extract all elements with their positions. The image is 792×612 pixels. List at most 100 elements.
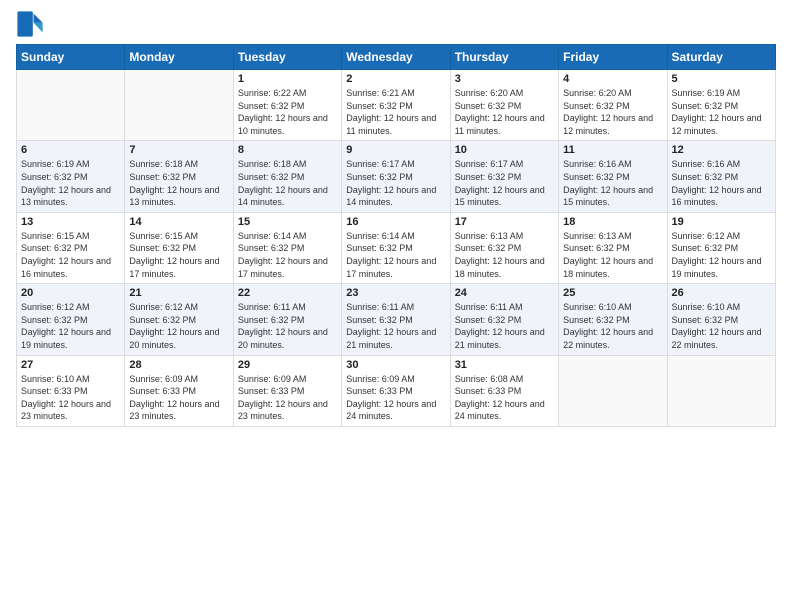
calendar-day-cell: 24Sunrise: 6:11 AMSunset: 6:32 PMDayligh…	[450, 284, 558, 355]
day-number: 4	[563, 73, 662, 85]
calendar-day-cell: 6 Sunrise: 6:19 AMSunset: 6:32 PMDaylight…	[17, 141, 125, 212]
day-info: Sunrise: 6:13 AMSunset: 6:32 PMDaylight:…	[455, 230, 554, 280]
calendar-day-cell: 30 Sunrise: 6:09 AMSunset: 6:33 PMDayligh…	[342, 355, 450, 426]
calendar-day-cell: 27 Sunrise: 6:10 AMSunset: 6:33 PMDayligh…	[17, 355, 125, 426]
day-number: 12	[672, 144, 771, 156]
calendar-day-cell: 2 Sunrise: 6:21 AMSunset: 6:32 PMDaylight…	[342, 70, 450, 141]
day-number: 25	[563, 287, 662, 299]
calendar-week-row: 13 Sunrise: 6:15 AMSunset: 6:32 PMDayligh…	[17, 212, 776, 283]
day-number: 13	[21, 216, 120, 228]
calendar-day-cell: 26 Sunrise: 6:10 AMSunset: 6:32 PMDayligh…	[667, 284, 775, 355]
day-number: 11	[563, 144, 662, 156]
day-info: Sunrise: 6:19 AMSunset: 6:32 PMDaylight:…	[21, 158, 120, 208]
day-number: 5	[672, 73, 771, 85]
day-info: Sunrise: 6:15 AMSunset: 6:32 PMDaylight:…	[21, 230, 120, 280]
day-of-week-header: Thursday	[450, 45, 558, 70]
day-number: 26	[672, 287, 771, 299]
calendar-day-cell: 10Sunrise: 6:17 AMSunset: 6:32 PMDayligh…	[450, 141, 558, 212]
header	[16, 10, 776, 38]
calendar-week-row: 1 Sunrise: 6:22 AMSunset: 6:32 PMDaylight…	[17, 70, 776, 141]
day-number: 17	[455, 216, 554, 228]
day-info: Sunrise: 6:09 AMSunset: 6:33 PMDaylight:…	[346, 373, 445, 423]
day-info: Sunrise: 6:11 AMSunset: 6:32 PMDaylight:…	[346, 301, 445, 351]
calendar-day-cell: 8Sunrise: 6:18 AMSunset: 6:32 PMDaylight…	[233, 141, 341, 212]
day-info: Sunrise: 6:20 AMSunset: 6:32 PMDaylight:…	[563, 87, 662, 137]
day-number: 20	[21, 287, 120, 299]
calendar-day-cell: 12 Sunrise: 6:16 AMSunset: 6:32 PMDayligh…	[667, 141, 775, 212]
day-info: Sunrise: 6:15 AMSunset: 6:32 PMDaylight:…	[129, 230, 228, 280]
logo	[16, 10, 48, 38]
day-of-week-header: Wednesday	[342, 45, 450, 70]
day-number: 1	[238, 73, 337, 85]
calendar-day-cell: 22 Sunrise: 6:11 AMSunset: 6:32 PMDayligh…	[233, 284, 341, 355]
day-info: Sunrise: 6:11 AMSunset: 6:32 PMDaylight:…	[238, 301, 337, 351]
day-number: 7	[129, 144, 228, 156]
day-info: Sunrise: 6:12 AMSunset: 6:32 PMDaylight:…	[21, 301, 120, 351]
day-of-week-header: Saturday	[667, 45, 775, 70]
day-number: 6	[21, 144, 120, 156]
calendar-week-row: 6 Sunrise: 6:19 AMSunset: 6:32 PMDaylight…	[17, 141, 776, 212]
day-info: Sunrise: 6:12 AMSunset: 6:32 PMDaylight:…	[129, 301, 228, 351]
day-info: Sunrise: 6:09 AMSunset: 6:33 PMDaylight:…	[238, 373, 337, 423]
day-info: Sunrise: 6:19 AMSunset: 6:32 PMDaylight:…	[672, 87, 771, 137]
page: SundayMondayTuesdayWednesdayThursdayFrid…	[0, 0, 792, 612]
calendar-day-cell: 15 Sunrise: 6:14 AMSunset: 6:32 PMDayligh…	[233, 212, 341, 283]
calendar-day-cell: 1 Sunrise: 6:22 AMSunset: 6:32 PMDaylight…	[233, 70, 341, 141]
day-info: Sunrise: 6:16 AMSunset: 6:32 PMDaylight:…	[672, 158, 771, 208]
calendar-day-cell: 29Sunrise: 6:09 AMSunset: 6:33 PMDayligh…	[233, 355, 341, 426]
day-info: Sunrise: 6:10 AMSunset: 6:33 PMDaylight:…	[21, 373, 120, 423]
calendar-day-cell: 11 Sunrise: 6:16 AMSunset: 6:32 PMDayligh…	[559, 141, 667, 212]
day-info: Sunrise: 6:08 AMSunset: 6:33 PMDaylight:…	[455, 373, 554, 423]
calendar-day-cell: 19Sunrise: 6:12 AMSunset: 6:32 PMDayligh…	[667, 212, 775, 283]
calendar-day-cell: 4 Sunrise: 6:20 AMSunset: 6:32 PMDaylight…	[559, 70, 667, 141]
day-info: Sunrise: 6:18 AMSunset: 6:32 PMDaylight:…	[238, 158, 337, 208]
day-number: 19	[672, 216, 771, 228]
day-number: 14	[129, 216, 228, 228]
day-number: 31	[455, 359, 554, 371]
calendar-week-row: 27 Sunrise: 6:10 AMSunset: 6:33 PMDayligh…	[17, 355, 776, 426]
day-of-week-header: Friday	[559, 45, 667, 70]
calendar-day-cell: 5 Sunrise: 6:19 AMSunset: 6:32 PMDaylight…	[667, 70, 775, 141]
calendar-day-cell: 16 Sunrise: 6:14 AMSunset: 6:32 PMDayligh…	[342, 212, 450, 283]
day-number: 2	[346, 73, 445, 85]
day-of-week-header: Sunday	[17, 45, 125, 70]
calendar-day-cell	[125, 70, 233, 141]
day-info: Sunrise: 6:20 AMSunset: 6:32 PMDaylight:…	[455, 87, 554, 137]
calendar-day-cell	[559, 355, 667, 426]
day-number: 9	[346, 144, 445, 156]
day-number: 21	[129, 287, 228, 299]
day-number: 22	[238, 287, 337, 299]
day-info: Sunrise: 6:14 AMSunset: 6:32 PMDaylight:…	[238, 230, 337, 280]
calendar-week-row: 20 Sunrise: 6:12 AMSunset: 6:32 PMDayligh…	[17, 284, 776, 355]
day-info: Sunrise: 6:13 AMSunset: 6:32 PMDaylight:…	[563, 230, 662, 280]
calendar-header-row: SundayMondayTuesdayWednesdayThursdayFrid…	[17, 45, 776, 70]
calendar-day-cell: 25 Sunrise: 6:10 AMSunset: 6:32 PMDayligh…	[559, 284, 667, 355]
day-info: Sunrise: 6:21 AMSunset: 6:32 PMDaylight:…	[346, 87, 445, 137]
calendar-day-cell: 14 Sunrise: 6:15 AMSunset: 6:32 PMDayligh…	[125, 212, 233, 283]
calendar-day-cell: 13 Sunrise: 6:15 AMSunset: 6:32 PMDayligh…	[17, 212, 125, 283]
day-info: Sunrise: 6:16 AMSunset: 6:32 PMDaylight:…	[563, 158, 662, 208]
logo-icon	[16, 10, 44, 38]
calendar-day-cell: 3 Sunrise: 6:20 AMSunset: 6:32 PMDaylight…	[450, 70, 558, 141]
day-number: 24	[455, 287, 554, 299]
day-info: Sunrise: 6:10 AMSunset: 6:32 PMDaylight:…	[563, 301, 662, 351]
calendar-day-cell: 21 Sunrise: 6:12 AMSunset: 6:32 PMDayligh…	[125, 284, 233, 355]
day-info: Sunrise: 6:09 AMSunset: 6:33 PMDaylight:…	[129, 373, 228, 423]
calendar-day-cell: 23 Sunrise: 6:11 AMSunset: 6:32 PMDayligh…	[342, 284, 450, 355]
day-info: Sunrise: 6:22 AMSunset: 6:32 PMDaylight:…	[238, 87, 337, 137]
calendar-day-cell: 7Sunrise: 6:18 AMSunset: 6:32 PMDaylight…	[125, 141, 233, 212]
calendar-day-cell	[667, 355, 775, 426]
day-number: 10	[455, 144, 554, 156]
day-of-week-header: Monday	[125, 45, 233, 70]
calendar: SundayMondayTuesdayWednesdayThursdayFrid…	[16, 44, 776, 427]
day-info: Sunrise: 6:10 AMSunset: 6:32 PMDaylight:…	[672, 301, 771, 351]
calendar-day-cell: 18Sunrise: 6:13 AMSunset: 6:32 PMDayligh…	[559, 212, 667, 283]
day-number: 30	[346, 359, 445, 371]
day-info: Sunrise: 6:14 AMSunset: 6:32 PMDaylight:…	[346, 230, 445, 280]
day-number: 15	[238, 216, 337, 228]
day-number: 16	[346, 216, 445, 228]
day-number: 27	[21, 359, 120, 371]
day-info: Sunrise: 6:17 AMSunset: 6:32 PMDaylight:…	[346, 158, 445, 208]
day-number: 23	[346, 287, 445, 299]
day-number: 3	[455, 73, 554, 85]
